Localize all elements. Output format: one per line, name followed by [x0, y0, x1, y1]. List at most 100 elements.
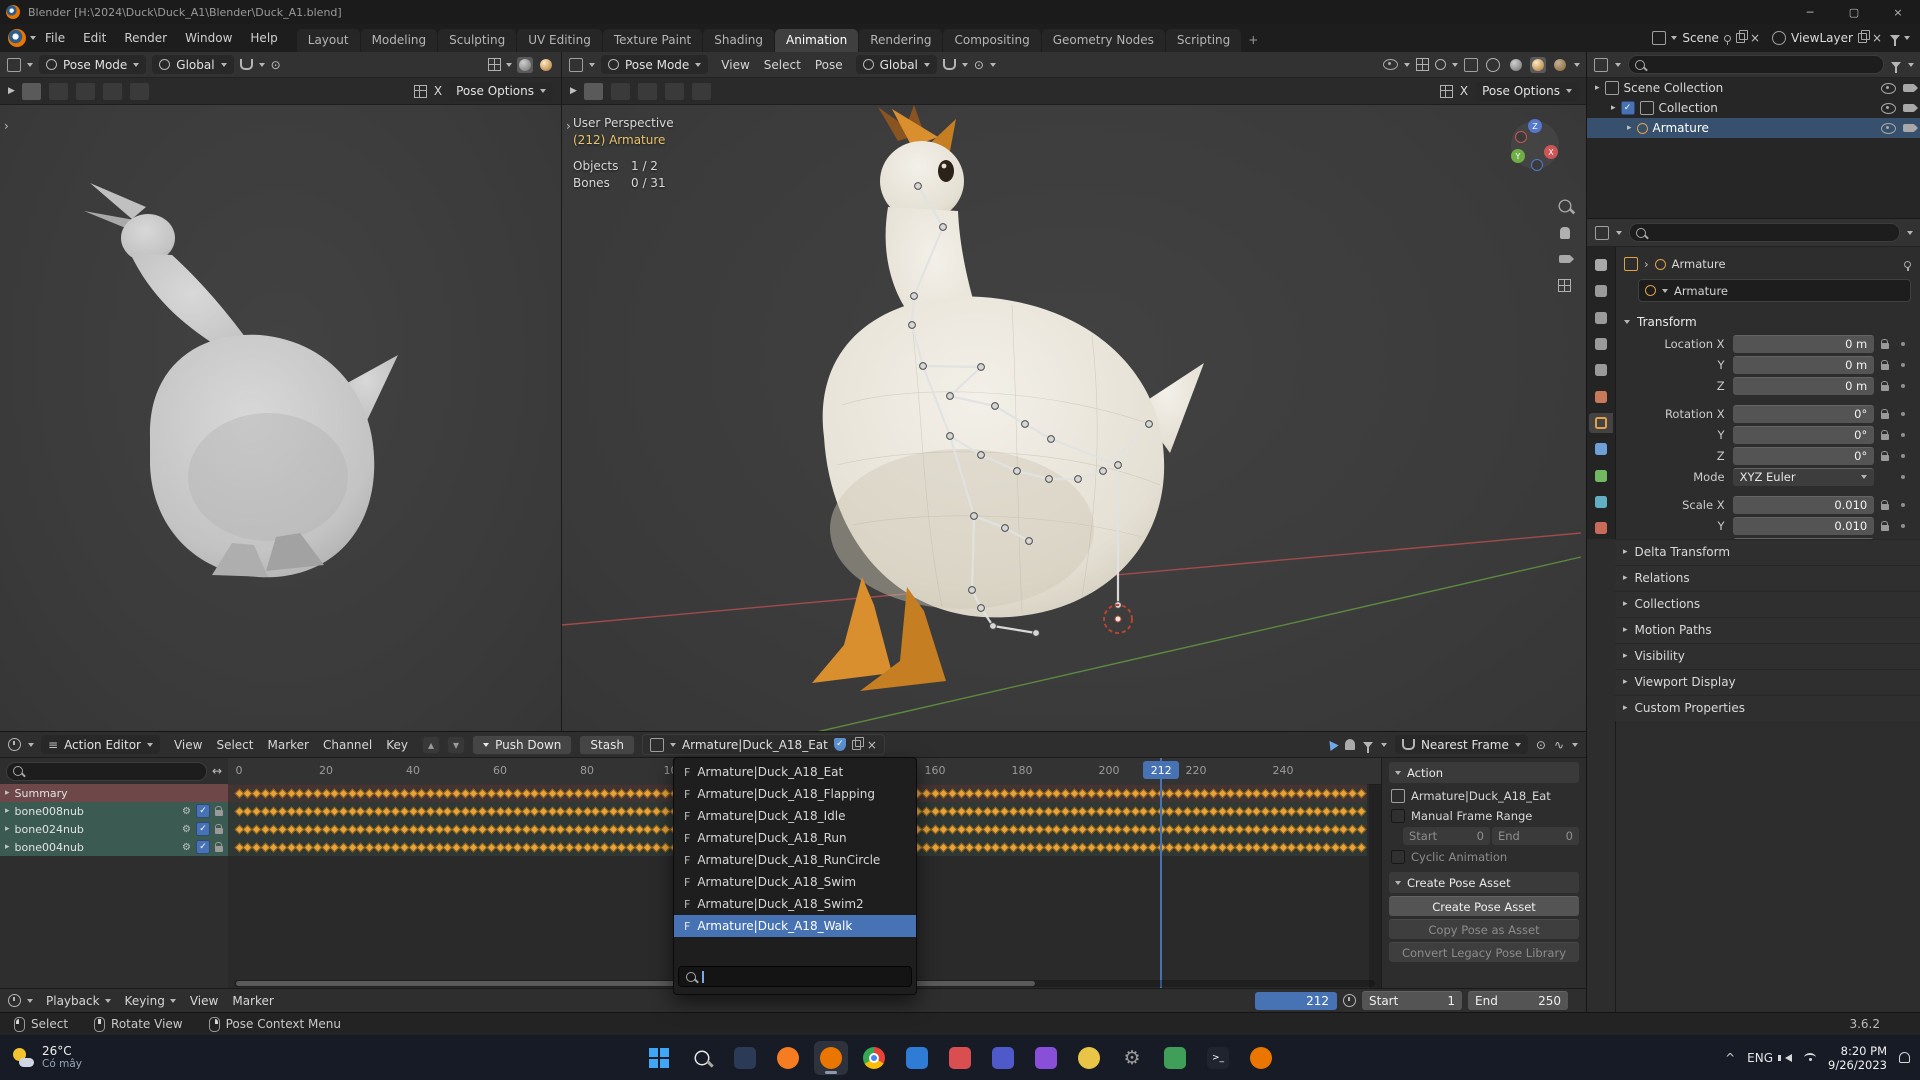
maximize-button[interactable]: ▢: [1832, 0, 1876, 24]
dropdown-item-armature-duck-a18-runcircle[interactable]: F Armature|Duck_A18_RunCircle: [674, 849, 916, 871]
value-field[interactable]: 0.010: [1732, 516, 1875, 535]
panel-delta-transform[interactable]: ▸ Delta Transform: [1615, 538, 1920, 565]
snap-dropdown[interactable]: Nearest Frame: [1394, 735, 1528, 754]
tab-animation[interactable]: Animation: [775, 29, 859, 52]
keyframe[interactable]: [1356, 842, 1367, 852]
viewport-menu-view[interactable]: View: [714, 58, 756, 72]
dropdown-search-input[interactable]: [678, 966, 912, 987]
dope-menu-key[interactable]: Key: [379, 738, 415, 752]
dropdown-item-armature-duck-a18-walk[interactable]: F Armature|Duck_A18_Walk: [674, 915, 916, 937]
animate-dot-icon[interactable]: [1901, 453, 1906, 458]
select-mode-toggle[interactable]: [690, 81, 712, 101]
lock-icon[interactable]: [1880, 359, 1889, 370]
channel-bone024nub[interactable]: ▸ bone024nub ⚙ ✓: [0, 820, 228, 838]
lock-icon[interactable]: [215, 806, 223, 816]
select-mode-toggle[interactable]: [636, 81, 658, 101]
shading-material-icon[interactable]: [1530, 56, 1546, 73]
snap-magnet-icon[interactable]: [942, 59, 956, 70]
frame-end-field[interactable]: End 250: [1468, 991, 1568, 1010]
pose-options-dropdown[interactable]: Pose Options: [1475, 81, 1579, 101]
lock-icon[interactable]: [1880, 520, 1889, 531]
channel-summary[interactable]: ▸ Summary: [0, 784, 228, 802]
orientation-dropdown[interactable]: Global: [855, 55, 937, 74]
zoom-icon[interactable]: [1558, 199, 1571, 213]
mirror-x-toggle[interactable]: X: [434, 84, 442, 98]
object-name-field[interactable]: Armature: [1638, 279, 1911, 302]
expand-icon[interactable]: ↔: [212, 764, 222, 778]
channel-enable-checkbox[interactable]: ✓: [196, 822, 210, 836]
preview-range-icon[interactable]: [1343, 994, 1356, 1007]
properties-tab-output[interactable]: [1589, 308, 1613, 328]
lock-icon[interactable]: [1880, 450, 1889, 461]
dropdown-item-armature-duck-a18-eat[interactable]: F Armature|Duck_A18_Eat: [674, 761, 916, 783]
value-field[interactable]: 0 m: [1732, 334, 1875, 353]
current-frame-badge[interactable]: 212: [1143, 761, 1180, 779]
keyframe[interactable]: [1356, 824, 1367, 834]
move-down-button[interactable]: ▾: [447, 735, 466, 754]
timeline-menu-playback[interactable]: Playback: [39, 994, 118, 1008]
shading-material-icon[interactable]: [538, 57, 554, 73]
timeline-menu-marker[interactable]: Marker: [225, 994, 280, 1008]
visibility-icon[interactable]: [1383, 59, 1398, 70]
visibility-eye-icon[interactable]: [1881, 102, 1896, 114]
shading-solid-icon[interactable]: [1508, 57, 1524, 73]
animate-dot-icon[interactable]: [1901, 502, 1906, 507]
camera-view-icon[interactable]: [1558, 255, 1574, 263]
animate-dot-icon[interactable]: [1901, 523, 1906, 528]
copy-pose-as-asset-button[interactable]: Copy Pose as Asset: [1389, 919, 1579, 939]
toolbar-expand-icon[interactable]: ›: [4, 119, 9, 133]
shading-rendered-icon[interactable]: [1552, 57, 1568, 73]
taskbar-icon-blender[interactable]: [814, 1040, 848, 1075]
expand-icon[interactable]: ▸: [1627, 123, 1632, 133]
filter-icon[interactable]: [1362, 741, 1373, 753]
cyclic-animation-checkbox[interactable]: [1391, 850, 1405, 864]
value-field[interactable]: 0°: [1732, 446, 1875, 465]
frame-start-field[interactable]: Start 1: [1362, 991, 1462, 1010]
properties-tab-world[interactable]: [1589, 387, 1613, 407]
visibility-eye-icon[interactable]: [1881, 82, 1896, 94]
lock-icon[interactable]: [215, 842, 223, 852]
dropdown-item-armature-duck-a18-idle[interactable]: F Armature|Duck_A18_Idle: [674, 805, 916, 827]
create-pose-asset-button[interactable]: Create Pose Asset: [1389, 896, 1579, 916]
select-mode-toggle[interactable]: [47, 81, 69, 101]
proportional-edit-icon[interactable]: ⊙: [271, 58, 281, 72]
xray-icon[interactable]: [1464, 57, 1478, 72]
channel-search-input[interactable]: [6, 761, 207, 781]
taskbar-icon-firefox[interactable]: [771, 1041, 805, 1075]
value-field[interactable]: 0 m: [1732, 355, 1875, 374]
collection-checkbox[interactable]: ✓: [1620, 101, 1635, 115]
shading-solid-icon[interactable]: [517, 56, 533, 73]
render-visibility-icon[interactable]: [1903, 84, 1918, 92]
tab-uv-editing[interactable]: UV Editing: [517, 29, 602, 52]
proportional-edit-icon[interactable]: ⊙: [974, 58, 984, 72]
unlink-action-icon[interactable]: ×: [867, 738, 877, 752]
timeline-menu-keying[interactable]: Keying: [118, 994, 183, 1008]
end-field[interactable]: End 0: [1492, 827, 1579, 845]
create-pose-asset-panel-header[interactable]: Create Pose Asset: [1389, 872, 1579, 893]
expand-icon[interactable]: ▸: [1595, 83, 1600, 93]
dropdown-item-armature-duck-a18-run[interactable]: F Armature|Duck_A18_Run: [674, 827, 916, 849]
pose-options-dropdown[interactable]: Pose Options: [449, 81, 553, 101]
animate-dot-icon[interactable]: [1901, 362, 1906, 367]
minimize-button[interactable]: ─: [1788, 0, 1832, 24]
lock-icon[interactable]: [215, 824, 223, 834]
value-field[interactable]: 0°: [1732, 425, 1875, 444]
toolbar-expand-icon[interactable]: ›: [566, 119, 571, 133]
add-workspace-button[interactable]: +: [1242, 29, 1264, 52]
expand-icon[interactable]: ▸: [5, 788, 10, 798]
gizmo-y-axis[interactable]: Y: [1511, 149, 1525, 163]
panel-visibility[interactable]: ▸ Visibility: [1615, 642, 1920, 669]
transform-pivot-icon[interactable]: [413, 84, 427, 98]
taskbar-icon-teams[interactable]: [986, 1041, 1020, 1075]
close-button[interactable]: ×: [1876, 0, 1920, 24]
unlink-scene-icon[interactable]: ×: [1750, 31, 1760, 45]
gizmo-x-axis[interactable]: X: [1544, 145, 1558, 159]
outliner-search-input[interactable]: [1628, 55, 1884, 74]
network-icon[interactable]: [1804, 1053, 1817, 1062]
dope-menu-marker[interactable]: Marker: [261, 738, 316, 752]
tab-scripting[interactable]: Scripting: [1165, 29, 1242, 52]
dropdown-item-armature-duck-a18-swim[interactable]: F Armature|Duck_A18_Swim: [674, 871, 916, 893]
clock-widget[interactable]: 8:20 PM 9/26/2023: [1828, 1044, 1887, 1072]
panel-collections[interactable]: ▸ Collections: [1615, 590, 1920, 617]
outliner-item-scene-collection[interactable]: ▸ Scene Collection: [1587, 78, 1920, 98]
